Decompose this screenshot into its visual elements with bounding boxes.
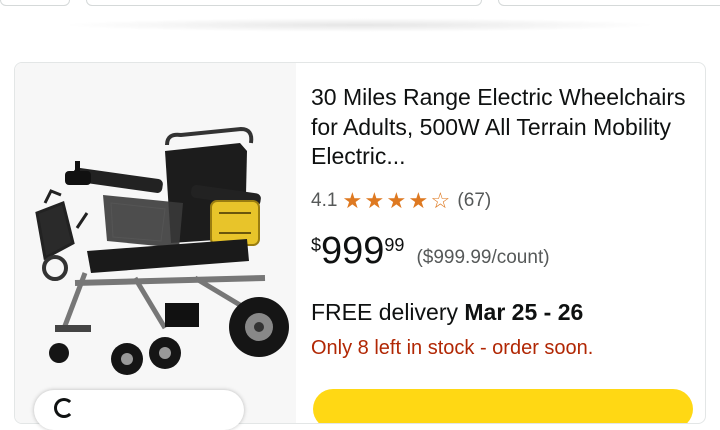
product-card[interactable]: 30 Miles Range Electric Wheelchairs for … bbox=[14, 62, 706, 424]
star-rating: ★ ★ ★ ★ ☆ bbox=[341, 188, 451, 214]
top-search-box[interactable] bbox=[86, 0, 482, 6]
price-whole: 999 bbox=[321, 230, 385, 272]
product-image[interactable] bbox=[15, 63, 296, 423]
top-strip bbox=[0, 0, 720, 36]
rating-count[interactable]: (67) bbox=[457, 190, 491, 212]
star-full-icon: ★ bbox=[408, 188, 429, 213]
product-title[interactable]: 30 Miles Range Electric Wheelchairs for … bbox=[311, 83, 686, 172]
unit-price: ($999.99/count) bbox=[416, 247, 550, 268]
star-full-icon: ★ bbox=[364, 188, 385, 213]
main-wheelchair bbox=[49, 126, 289, 375]
rating-row[interactable]: 4.1 ★ ★ ★ ★ ☆ (67) bbox=[311, 188, 491, 214]
header-shadow bbox=[60, 18, 660, 32]
refresh-icon bbox=[54, 398, 74, 418]
delivery-info: FREE delivery Mar 25 - 26 bbox=[311, 299, 583, 326]
star-empty-icon: ☆ bbox=[430, 188, 451, 213]
price-fraction: 99 bbox=[384, 235, 405, 255]
top-tab-left[interactable] bbox=[0, 0, 70, 6]
stock-message: Only 8 left in stock - order soon. bbox=[311, 337, 594, 359]
top-tab-right[interactable] bbox=[498, 0, 720, 6]
rating-value: 4.1 bbox=[311, 190, 338, 211]
price-currency: $ bbox=[311, 235, 322, 255]
folded-chair-thumbnail bbox=[35, 189, 89, 281]
floating-action-pill[interactable] bbox=[34, 390, 244, 430]
star-full-icon: ★ bbox=[386, 188, 407, 213]
price-block: $ 999 99 ($999.99/count) bbox=[311, 229, 550, 273]
add-to-cart-button[interactable] bbox=[313, 389, 693, 423]
delivery-prefix: FREE delivery bbox=[311, 299, 465, 325]
wheelchair-image bbox=[35, 126, 289, 375]
star-full-icon: ★ bbox=[342, 188, 363, 213]
delivery-dates: Mar 25 - 26 bbox=[464, 299, 584, 325]
